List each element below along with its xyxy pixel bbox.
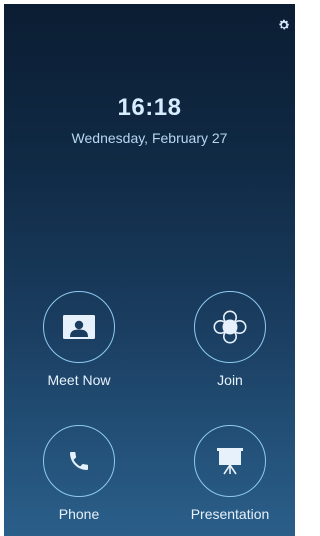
presentation-label: Presentation (190, 506, 270, 522)
phone-label: Phone (58, 506, 100, 522)
join-label: Join (217, 372, 243, 388)
settings-button[interactable] (277, 18, 291, 32)
phone-circle[interactable] (43, 425, 115, 497)
home-screen: 16:18 Wednesday, February 27 Meet Now Jo… (4, 4, 295, 536)
phone-handset-icon (70, 452, 88, 470)
meet-now-button[interactable]: Meet Now (24, 291, 134, 388)
contact-card-icon (63, 315, 95, 339)
presentation-circle[interactable] (194, 425, 266, 497)
join-flower-icon (213, 310, 247, 344)
meet-now-circle[interactable] (43, 291, 115, 363)
join-button[interactable]: Join (175, 291, 285, 388)
phone-button[interactable]: Phone (24, 425, 134, 522)
meet-now-label: Meet Now (47, 372, 111, 388)
presentation-button[interactable]: Presentation (175, 425, 285, 522)
projector-screen-icon (217, 448, 243, 475)
clock-time: 16:18 (117, 94, 182, 121)
gear-icon (279, 19, 290, 30)
join-circle[interactable] (194, 291, 266, 363)
clock-date: Wednesday, February 27 (71, 130, 228, 146)
